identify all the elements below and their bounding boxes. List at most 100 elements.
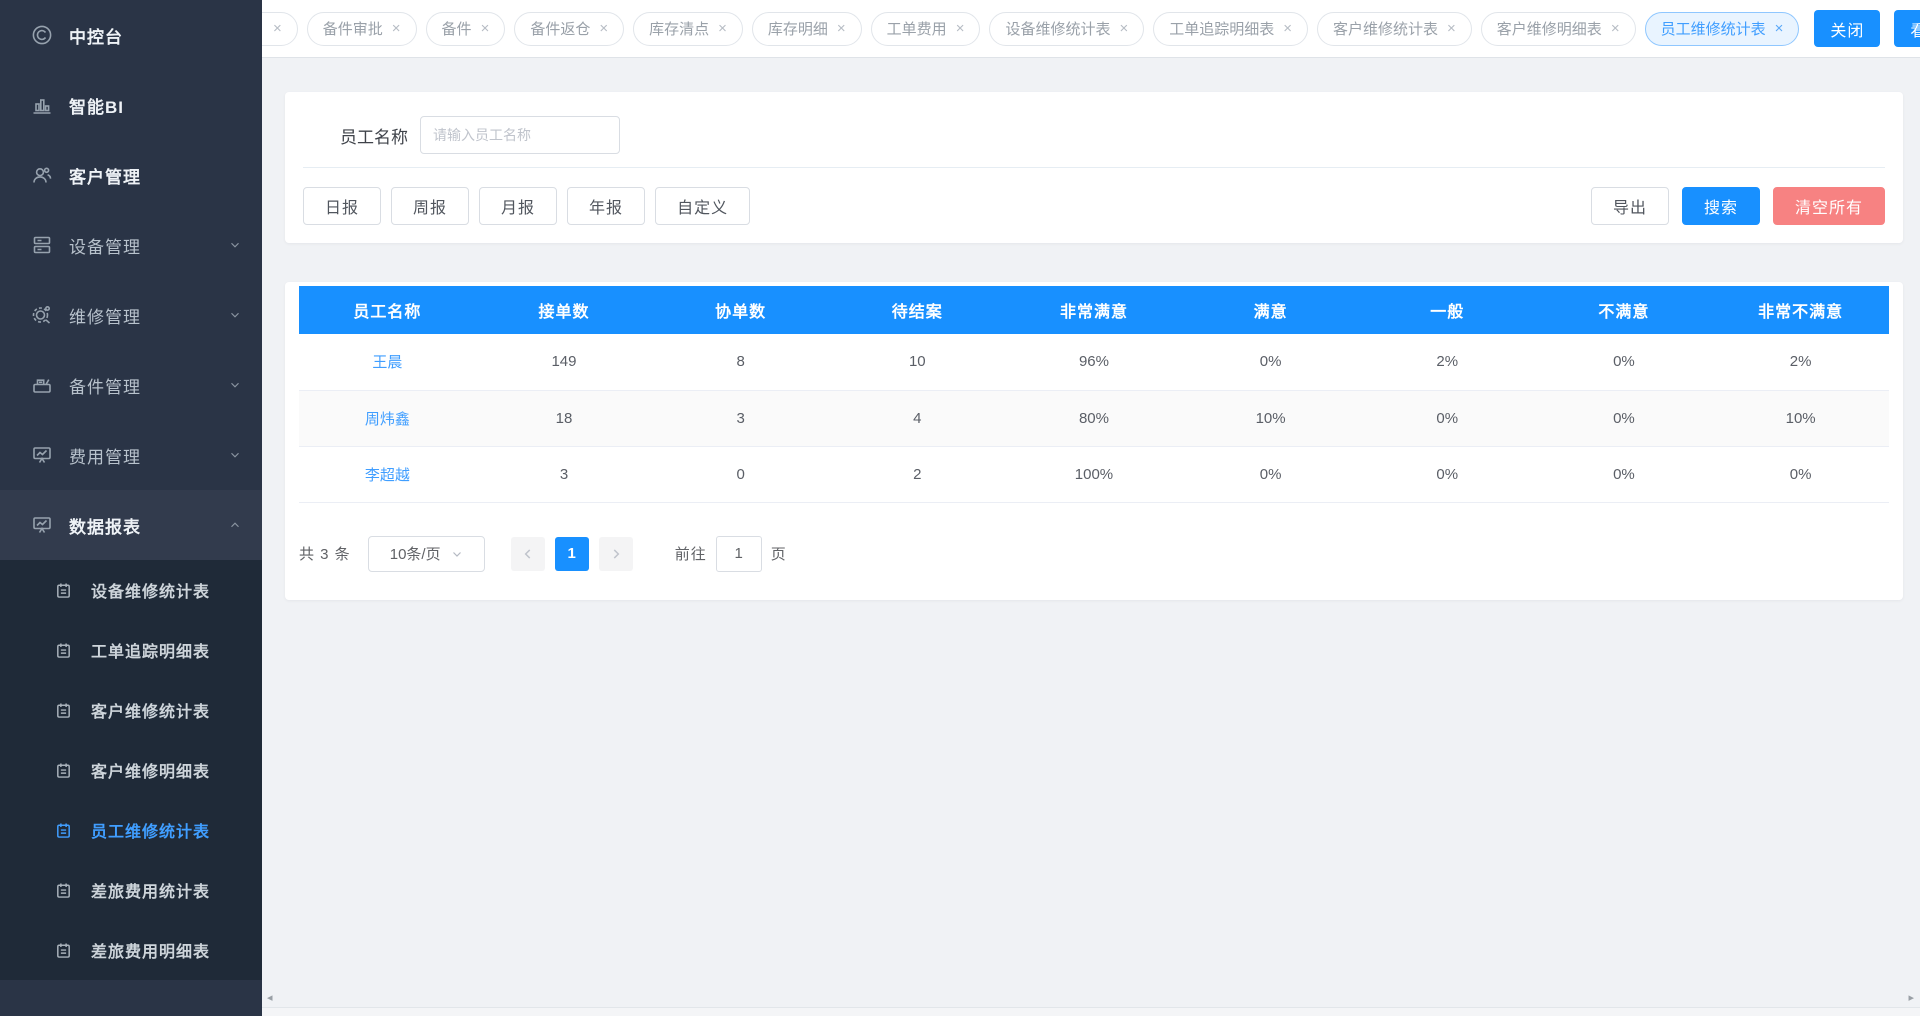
- cell: 8: [652, 334, 829, 390]
- sidebar-item-label: 智能BI: [69, 93, 124, 118]
- kanban-display-button[interactable]: 看板展示: [1894, 10, 1920, 47]
- employee-name-link[interactable]: 李超越: [299, 446, 476, 502]
- tab-label: 备件: [442, 18, 472, 39]
- table-row: 周炜鑫 18 3 4 80% 10% 0% 0% 10%: [299, 390, 1889, 446]
- tab-label: 库存清点: [649, 18, 709, 39]
- cell: 3: [476, 446, 653, 502]
- divider: [303, 167, 1885, 168]
- chevron-down-icon: [228, 448, 242, 462]
- submenu-item-travel-expense-detail[interactable]: 差旅费用明细表: [0, 920, 262, 980]
- table-card: 员工名称 接单数 协单数 待结案 非常满意 满意 一般 不满意 非常不满意 王晨…: [285, 282, 1903, 600]
- sidebar-item-devices[interactable]: 设备管理: [0, 210, 262, 280]
- sidebar-item-bi[interactable]: 智能BI: [0, 70, 262, 140]
- close-icon[interactable]: ×: [1775, 21, 1784, 36]
- prev-page-button[interactable]: [511, 537, 545, 571]
- col-header: 员工名称: [299, 286, 476, 334]
- tab[interactable]: 客户维修统计表 ×: [1317, 12, 1472, 46]
- total-count: 共 3 条: [299, 543, 351, 564]
- search-button[interactable]: 搜索: [1682, 187, 1760, 225]
- notebook-icon: [53, 760, 74, 781]
- cell: 0%: [1359, 446, 1536, 502]
- submenu-item-customer-repair-detail[interactable]: 客户维修明细表: [0, 740, 262, 800]
- page-number-1[interactable]: 1: [555, 537, 589, 571]
- clear-all-button[interactable]: 清空所有: [1773, 187, 1885, 225]
- close-tabs-button[interactable]: 关闭: [1814, 10, 1880, 47]
- custom-report-button[interactable]: 自定义: [655, 187, 750, 225]
- cell: 2: [829, 446, 1006, 502]
- notebook-icon: [53, 820, 74, 841]
- tab-bar: × 备件审批 × 备件 × 备件返仓 × 库存清点 × 库存明细 × 工单费用 …: [262, 0, 1920, 58]
- sidebar-item-repairs[interactable]: 维修管理: [0, 280, 262, 350]
- sidebar-item-console[interactable]: 中控台: [0, 0, 262, 70]
- tab[interactable]: 库存明细 ×: [752, 12, 862, 46]
- cell: 149: [476, 334, 653, 390]
- notebook-icon: [53, 700, 74, 721]
- tab[interactable]: 库存清点 ×: [633, 12, 743, 46]
- submenu-item-label: 客户维修统计表: [91, 698, 210, 722]
- tab-clipped[interactable]: ×: [262, 12, 298, 46]
- table-header-row: 员工名称 接单数 协单数 待结案 非常满意 满意 一般 不满意 非常不满意: [299, 286, 1889, 334]
- tab-label: 库存明细: [768, 18, 828, 39]
- tab-label: 工单费用: [887, 18, 947, 39]
- submenu-item-customer-repair-stats[interactable]: 客户维修统计表: [0, 680, 262, 740]
- tab-active[interactable]: 员工维修统计表 ×: [1645, 12, 1800, 46]
- sidebar-item-expenses[interactable]: 费用管理: [0, 420, 262, 490]
- col-header: 满意: [1182, 286, 1359, 334]
- col-header: 待结案: [829, 286, 1006, 334]
- sidebar-item-reports[interactable]: 数据报表: [0, 490, 262, 560]
- yearly-report-button[interactable]: 年报: [567, 187, 645, 225]
- tab[interactable]: 备件返仓 ×: [514, 12, 624, 46]
- daily-report-button[interactable]: 日报: [303, 187, 381, 225]
- sidebar-item-label: 客户管理: [69, 163, 141, 188]
- submenu-item-travel-expense-stats[interactable]: 差旅费用统计表: [0, 860, 262, 920]
- employee-repair-table: 员工名称 接单数 协单数 待结案 非常满意 满意 一般 不满意 非常不满意 王晨…: [299, 286, 1889, 503]
- close-icon[interactable]: ×: [956, 21, 965, 36]
- horizontal-scrollbar[interactable]: [262, 1007, 1920, 1016]
- page-size-select[interactable]: 10条/页: [368, 536, 485, 572]
- close-icon[interactable]: ×: [481, 21, 490, 36]
- next-page-button[interactable]: [599, 537, 633, 571]
- close-icon[interactable]: ×: [1611, 21, 1620, 36]
- sidebar-item-customers[interactable]: 客户管理: [0, 140, 262, 210]
- scrollbar-left-arrow[interactable]: ◂: [267, 991, 273, 1004]
- cell: 4: [829, 390, 1006, 446]
- cell: 0%: [1182, 446, 1359, 502]
- close-icon[interactable]: ×: [718, 21, 727, 36]
- sidebar-item-spareparts[interactable]: 备件管理: [0, 350, 262, 420]
- scrollbar-right-arrow[interactable]: ▸: [1908, 991, 1914, 1004]
- main-content: 员工名称 日报 周报 月报 年报 自定义 导出 搜索 清空所有 员工名称 接单数…: [262, 58, 1920, 1016]
- close-icon[interactable]: ×: [1283, 21, 1292, 36]
- submenu-item-workorder-tracking[interactable]: 工单追踪明细表: [0, 620, 262, 680]
- employee-name-input[interactable]: [420, 116, 620, 154]
- employee-name-link[interactable]: 周炜鑫: [299, 390, 476, 446]
- tab[interactable]: 备件审批 ×: [307, 12, 417, 46]
- sidebar-item-label: 维修管理: [69, 303, 141, 328]
- close-icon[interactable]: ×: [599, 21, 608, 36]
- weekly-report-button[interactable]: 周报: [391, 187, 469, 225]
- col-header: 不满意: [1536, 286, 1713, 334]
- employee-name-link[interactable]: 王晨: [299, 334, 476, 390]
- cell: 18: [476, 390, 653, 446]
- tab-label: 设备维修统计表: [1005, 18, 1110, 39]
- goto-page-input[interactable]: [716, 536, 762, 572]
- close-icon[interactable]: ×: [1447, 21, 1456, 36]
- monthly-report-button[interactable]: 月报: [479, 187, 557, 225]
- close-icon[interactable]: ×: [392, 21, 401, 36]
- close-icon[interactable]: ×: [273, 21, 282, 36]
- tab[interactable]: 备件 ×: [426, 12, 506, 46]
- cell: 0%: [1712, 446, 1889, 502]
- submenu-item-device-repair-stats[interactable]: 设备维修统计表: [0, 560, 262, 620]
- submenu-item-employee-repair-stats[interactable]: 员工维修统计表: [0, 800, 262, 860]
- close-icon[interactable]: ×: [837, 21, 846, 36]
- pagination: 共 3 条 10条/页 1 前往 页: [299, 536, 1889, 572]
- tab[interactable]: 设备维修统计表 ×: [989, 12, 1144, 46]
- export-button[interactable]: 导出: [1591, 187, 1669, 225]
- sidebar-item-label: 数据报表: [69, 513, 141, 538]
- goto-label: 前往: [675, 543, 707, 564]
- tab[interactable]: 客户维修明细表 ×: [1481, 12, 1636, 46]
- tab[interactable]: 工单费用 ×: [871, 12, 981, 46]
- tab[interactable]: 工单追踪明细表 ×: [1153, 12, 1308, 46]
- cell: 80%: [1006, 390, 1183, 446]
- notebook-icon: [53, 940, 74, 961]
- close-icon[interactable]: ×: [1119, 21, 1128, 36]
